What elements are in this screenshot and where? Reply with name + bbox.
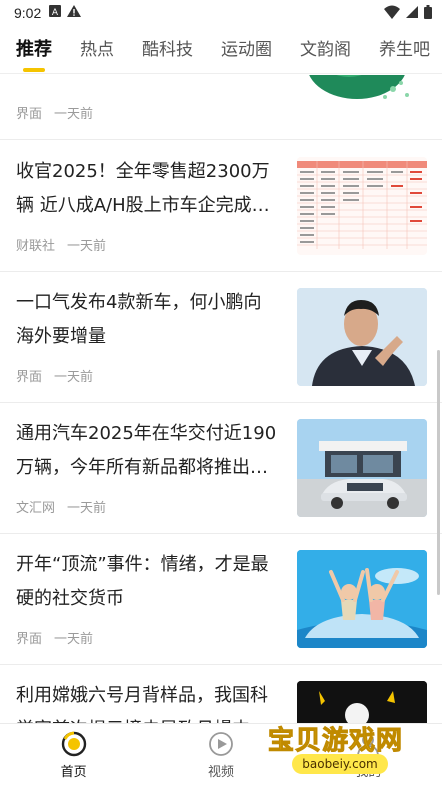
article-item[interactable]: 界面 一天前: [0, 75, 442, 140]
article-source: 界面: [16, 107, 43, 122]
article-title: [16, 75, 278, 91]
tab-sports[interactable]: 运动圈: [221, 30, 272, 73]
article-time: 一天前: [54, 632, 94, 647]
tab-culture[interactable]: 文韵阁: [300, 30, 351, 73]
article-item[interactable]: 利用嫦娥六号月背样品，我国科学家首次揭示撞击导致月幔中…: [0, 665, 442, 723]
article-source: 界面: [16, 632, 43, 647]
article-meta: 界面 一天前: [16, 628, 93, 647]
article-source: 财联社: [16, 239, 56, 254]
status-time: 9:02: [14, 5, 42, 21]
nav-home-label: 首页: [60, 765, 87, 780]
article-meta: 界面 一天前: [16, 103, 93, 122]
warning-icon: [67, 5, 82, 21]
article-source: 文汇网: [16, 501, 56, 516]
article-thumbnail: [297, 681, 427, 723]
article-title: 通用汽车2025年在华交付近190万辆，今年所有新品都将推出…: [16, 423, 277, 478]
article-item[interactable]: 一口气发布4款新车，何小鹏向海外要增量 界面 一天前: [0, 272, 442, 403]
signal-icon: [406, 6, 418, 22]
article-meta: 财联社 一天前: [16, 235, 106, 254]
news-feed: 界面 一天前 收官2025！全年零售超2300万辆 近八成A/H股上市车企完成… …: [0, 75, 442, 723]
article-meta: 文汇网 一天前: [16, 497, 106, 516]
category-tabs: 推荐 热点 酷科技 运动圈 文韵阁 养生吧: [0, 30, 442, 74]
article-title: 开年“顶流”事件：情绪，才是最硬的社交货币: [16, 554, 269, 609]
tab-hot[interactable]: 热点: [80, 30, 114, 73]
article-thumbnail: [297, 157, 427, 255]
tab-recommend[interactable]: 推荐: [16, 30, 52, 73]
article-time: 一天前: [54, 107, 94, 122]
status-bar: 9:02 A: [0, 0, 442, 26]
article-title: 收官2025！全年零售超2300万辆 近八成A/H股上市车企完成…: [16, 161, 270, 216]
article-thumbnail: [297, 419, 427, 517]
article-thumbnail: [297, 288, 427, 386]
article-item[interactable]: 通用汽车2025年在华交付近190万辆，今年所有新品都将推出… 文汇网 一天前: [0, 403, 442, 534]
watermark-text: 宝贝游戏网: [267, 726, 404, 757]
article-time: 一天前: [67, 501, 107, 516]
tab-health[interactable]: 养生吧: [379, 30, 430, 73]
watermark-logo: 宝贝游戏网 baobeiy.com: [264, 718, 414, 780]
article-title: 利用嫦娥六号月背样品，我国科学家首次揭示撞击导致月幔中…: [16, 685, 268, 723]
article-meta: 界面 一天前: [16, 366, 93, 385]
article-title: 一口气发布4款新车，何小鹏向海外要增量: [16, 292, 262, 347]
wifi-icon: [384, 5, 400, 23]
notification-a-icon: A: [49, 5, 62, 21]
nav-home[interactable]: 首页: [0, 724, 147, 787]
play-icon: [208, 731, 234, 757]
nav-video-label: 视频: [207, 765, 234, 780]
article-thumbnail: [297, 75, 427, 123]
svg-text:A: A: [52, 8, 59, 17]
feed-scrollbar[interactable]: [437, 350, 440, 595]
article-source: 界面: [16, 370, 43, 385]
home-icon: [61, 731, 87, 757]
article-item[interactable]: 收官2025！全年零售超2300万辆 近八成A/H股上市车企完成… 财联社 一天前: [0, 141, 442, 272]
tab-tech[interactable]: 酷科技: [142, 30, 193, 73]
article-thumbnail: [297, 550, 427, 648]
article-item[interactable]: 开年“顶流”事件：情绪，才是最硬的社交货币 界面 一天前: [0, 534, 442, 665]
watermark-url: baobeiy.com: [292, 754, 388, 774]
article-time: 一天前: [67, 239, 107, 254]
battery-icon: [424, 5, 432, 23]
article-time: 一天前: [54, 370, 94, 385]
